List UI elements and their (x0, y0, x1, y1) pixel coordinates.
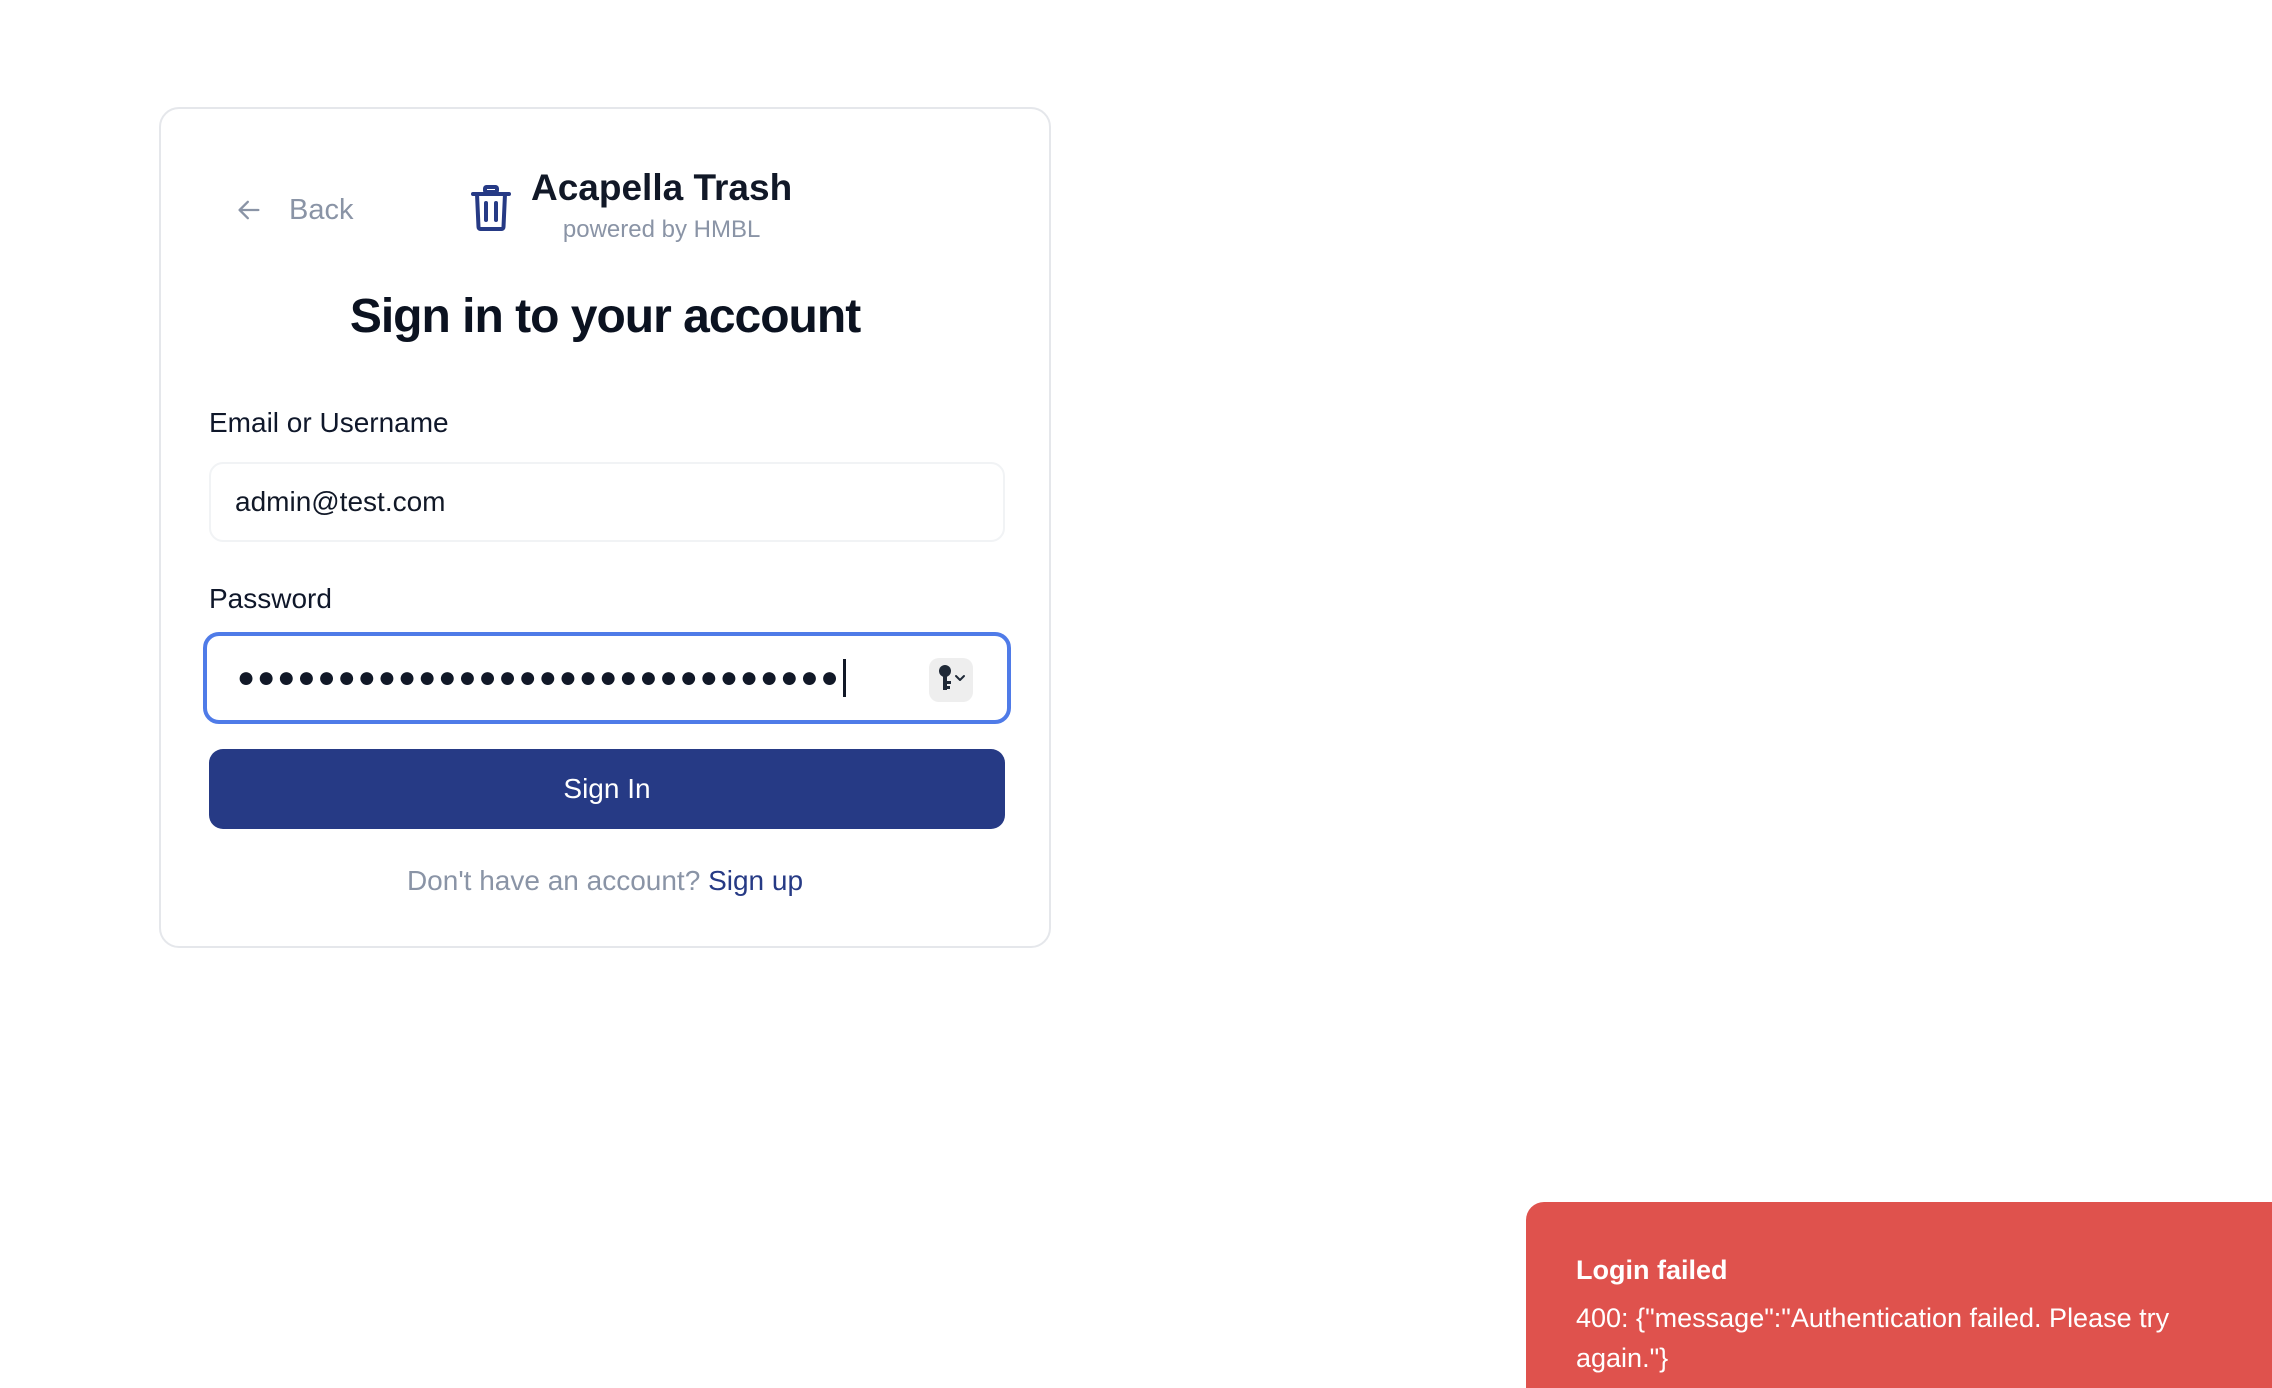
password-manager-button[interactable] (929, 658, 973, 702)
trash-icon (471, 185, 511, 236)
email-label: Email or Username (209, 407, 449, 438)
email-field[interactable]: admin@test.com (209, 462, 1005, 542)
sign-in-button[interactable]: Sign In (209, 749, 1005, 829)
back-button[interactable]: Back (235, 185, 353, 235)
signup-prompt-text: Don't have an account? (406, 865, 709, 896)
back-label: Back (289, 193, 354, 226)
toast-message: 400: {"message":"Authentication failed. … (1576, 1303, 2170, 1373)
page-title: Sign in to your account (349, 290, 861, 343)
error-toast[interactable]: Login failed 400: {"message":"Authentica… (1526, 1202, 2272, 1388)
password-label: Password (209, 583, 332, 614)
text-cursor (842, 659, 846, 697)
password-field[interactable]: ●●●●●●●●●●●●●●●●●●●●●●●●●●●●●● (203, 632, 1011, 724)
signup-prompt: Don't have an account? Sign up (161, 865, 1049, 897)
brand: Acapella Trash powered by HMBL (471, 165, 792, 245)
signin-card: Back Acapella Trash powered by HMBL Sign… (159, 107, 1051, 948)
password-value: ●●●●●●●●●●●●●●●●●●●●●●●●●●●●●● (237, 663, 841, 693)
email-value: admin@test.com (235, 486, 446, 517)
brand-name: Acapella Trash (531, 167, 793, 208)
key-icon (934, 663, 968, 698)
arrow-left-icon (235, 196, 263, 224)
toast-title: Login failed (1576, 1255, 1728, 1285)
brand-subtitle: powered by HMBL (562, 216, 761, 243)
sign-up-link[interactable]: Sign up (708, 865, 803, 896)
